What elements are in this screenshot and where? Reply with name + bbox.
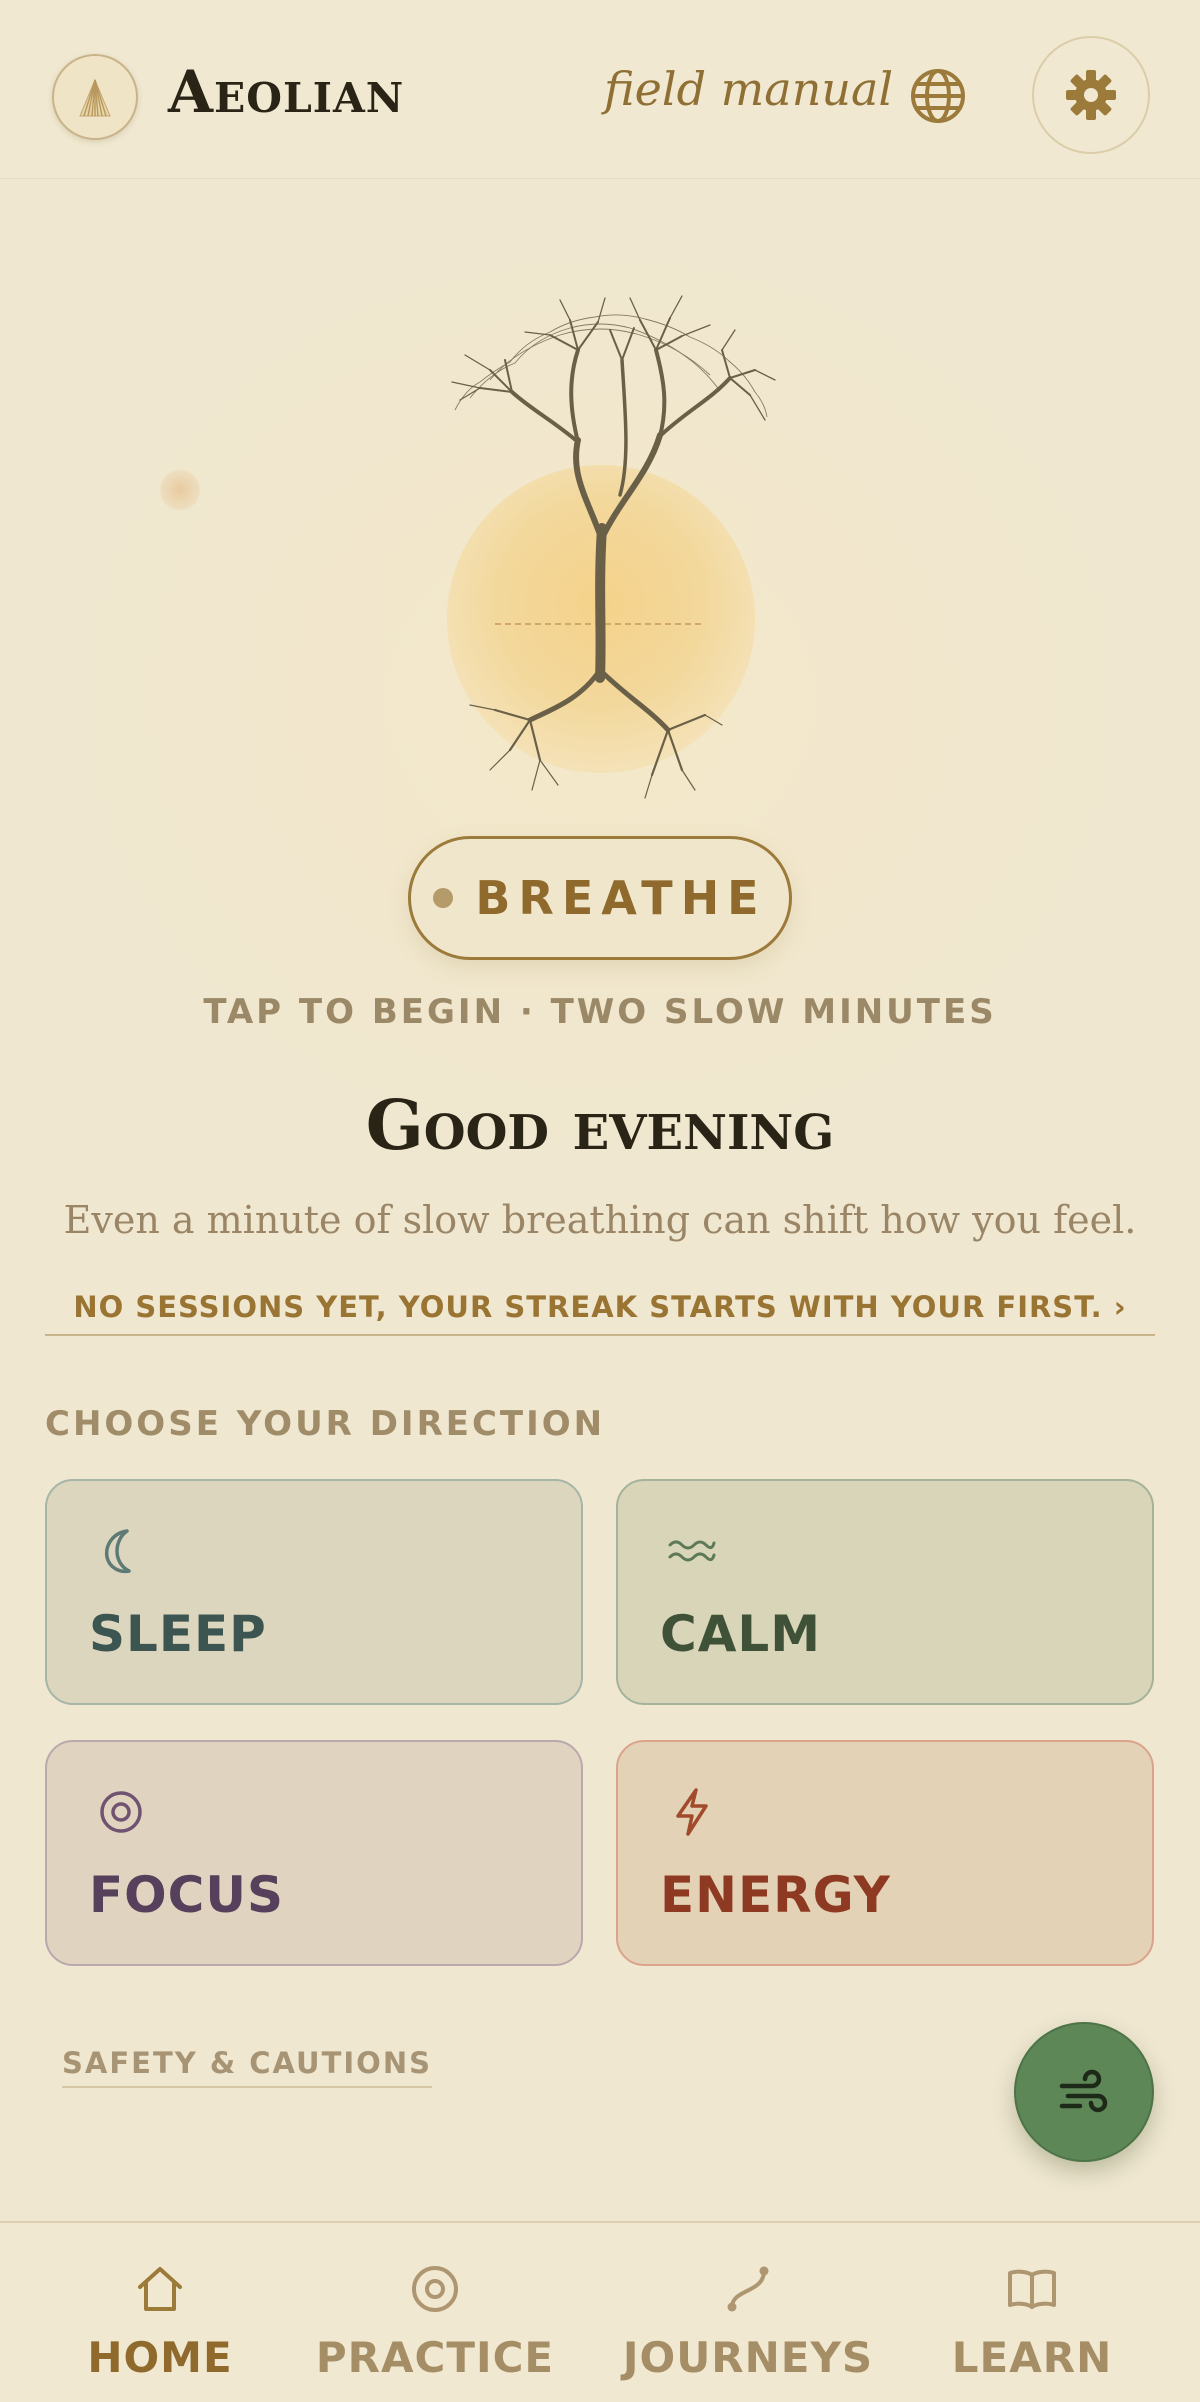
home-icon <box>138 2267 182 2311</box>
breathe-button[interactable]: BREATHE <box>408 836 792 960</box>
target-icon <box>100 1791 142 1833</box>
target-icon <box>412 2266 458 2312</box>
section-divider <box>45 1334 1155 1336</box>
nav-item-home[interactable]: HOME <box>30 2223 290 2402</box>
ambient-spark <box>160 470 200 510</box>
nav-item-learn[interactable]: LEARN <box>902 2223 1162 2402</box>
language-button[interactable] <box>906 64 970 128</box>
nav-item-journeys[interactable]: JOURNEYS <box>618 2223 878 2402</box>
greeting-message: Even a minute of slow breathing can shif… <box>63 1198 1137 1242</box>
gear-icon <box>1066 70 1116 120</box>
direction-label-focus: FOCUS <box>89 1866 284 1924</box>
breathe-dot-icon <box>433 888 454 908</box>
greeting-heading: Good evening <box>365 1086 835 1166</box>
logo-icon <box>52 54 138 140</box>
direction-card-focus[interactable]: FOCUS <box>45 1740 583 1966</box>
direction-label-sleep: SLEEP <box>89 1605 267 1663</box>
globe-icon <box>911 69 965 123</box>
direction-card-calm[interactable]: CALM <box>616 1479 1154 1705</box>
tap-hint: TAP TO BEGIN · TWO SLOW MINUTES <box>203 992 997 1032</box>
direction-card-sleep[interactable]: SLEEP <box>45 1479 583 1705</box>
book-icon <box>1008 2269 1056 2309</box>
nav-label-practice: PRACTICE <box>315 2333 555 2382</box>
settings-button[interactable] <box>1032 36 1150 154</box>
path-icon <box>727 2266 769 2312</box>
moon-icon <box>104 1529 131 1574</box>
nav-label-learn: LEARN <box>951 2333 1113 2382</box>
top-bar: Aeolian field manual <box>0 0 1200 179</box>
direction-label-calm: CALM <box>660 1605 822 1663</box>
nav-label-home: HOME <box>87 2333 233 2382</box>
app-title: Aeolian <box>168 58 405 126</box>
waves-icon <box>668 1540 716 1562</box>
streak-link[interactable]: NO SESSIONS YET, YOUR STREAK STARTS WITH… <box>0 1290 1200 1324</box>
quick-breath-button[interactable] <box>1014 2022 1154 2162</box>
breathe-label: BREATHE <box>475 871 767 925</box>
nav-label-journeys: JOURNEYS <box>622 2333 874 2382</box>
safety-link[interactable]: SAFETY & CAUTIONS <box>62 2046 432 2088</box>
app-subtitle: field manual <box>604 62 894 116</box>
wind-icon <box>1059 2069 1108 2113</box>
bottom-navigation: HOME PRACTICE JOURNEYS LEARN <box>0 2221 1200 2402</box>
nav-item-practice[interactable]: PRACTICE <box>305 2223 565 2402</box>
directions-heading: CHOOSE YOUR DIRECTION <box>45 1404 606 1444</box>
app-root: Aeolian field manual BREATHE TAP TO BEGI… <box>0 0 1200 2402</box>
tree-illustration <box>451 295 776 799</box>
direction-label-energy: ENERGY <box>660 1866 891 1924</box>
direction-card-energy[interactable]: ENERGY <box>616 1740 1154 1966</box>
lightning-icon <box>676 1788 708 1836</box>
